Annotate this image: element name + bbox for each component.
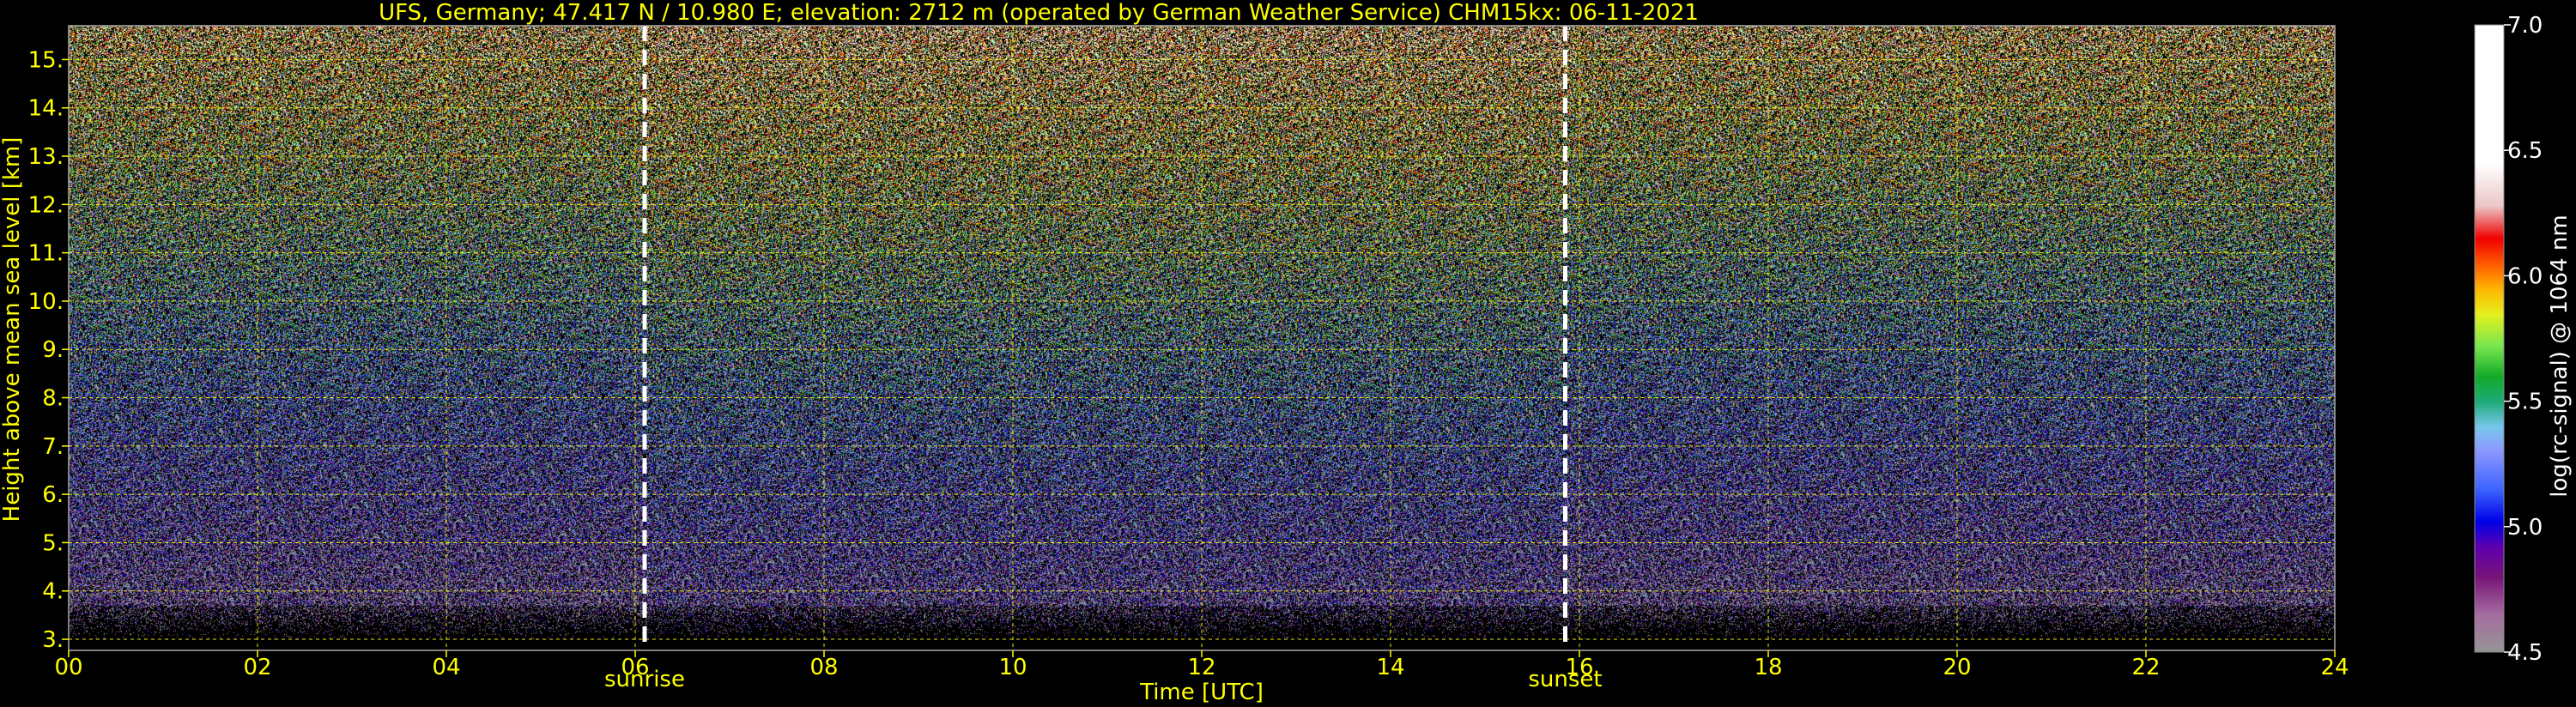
colorbar-tick-label: 6.5 [2507, 138, 2543, 164]
x-tick-label: 20 [1943, 655, 1971, 680]
x-tick-label: 24 [2320, 655, 2349, 680]
y-tick-label: 14. [28, 96, 64, 122]
colorbar-tick-label: 7.0 [2507, 13, 2543, 39]
colorbar-tick-label: 6.0 [2507, 263, 2543, 289]
x-tick-label: 18 [1754, 655, 1782, 680]
colorbar-label: log(rc-signal) @ 1064 nm [2547, 215, 2573, 497]
y-tick-label: 15. [28, 47, 64, 73]
y-tick-label: 12. [28, 192, 64, 218]
x-tick-label: 12 [1187, 655, 1215, 680]
colorbar-tick-label: 4.5 [2507, 640, 2543, 666]
x-tick-label: 06 [621, 655, 649, 680]
y-tick-label: 10. [28, 289, 64, 315]
x-tick-label: 00 [54, 655, 82, 680]
x-tick-label: 04 [432, 655, 460, 680]
y-tick-label: 9. [42, 337, 64, 363]
y-tick-label: 3. [42, 627, 64, 653]
y-tick-label: 4. [42, 579, 64, 605]
x-tick-label: 02 [243, 655, 271, 680]
x-tick-label: 22 [2131, 655, 2160, 680]
x-axis-label: Time [UTC] [1139, 680, 1264, 705]
y-tick-label: 13. [28, 144, 64, 170]
y-tick-label: 8. [42, 386, 64, 412]
colorbar-frame [2474, 24, 2505, 653]
y-tick-label: 7. [42, 434, 64, 460]
y-tick-label: 5. [42, 530, 64, 556]
colorbar-tick-label: 5.5 [2507, 390, 2543, 415]
y-tick-label: 11. [28, 241, 64, 267]
chart-overlay: UFS, Germany; 47.417 N / 10.980 E; eleva… [0, 0, 2573, 705]
x-tick-label: 14 [1376, 655, 1404, 680]
y-axis-label: Height above mean sea level [km] [0, 137, 25, 523]
colorbar-tick-label: 5.0 [2507, 515, 2543, 541]
chart-marks: sunrise sunset00 02 04 06 08 10 12 14 16 18 20 22 243… [28, 13, 2543, 692]
x-tick-label: 16 [1565, 655, 1593, 680]
x-tick-label: 10 [998, 655, 1027, 680]
y-tick-label: 6. [42, 482, 64, 508]
x-tick-label: 08 [809, 655, 838, 680]
chart-title: UFS, Germany; 47.417 N / 10.980 E; eleva… [379, 0, 1699, 26]
